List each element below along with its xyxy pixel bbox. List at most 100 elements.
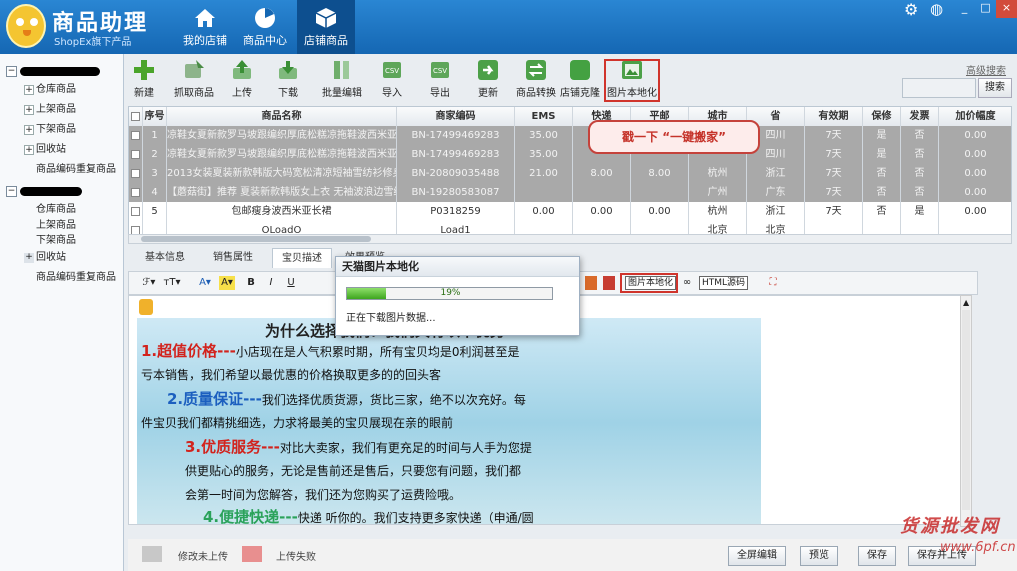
toolbar-label: 抓取商品	[174, 88, 214, 99]
minimize-button[interactable]: _	[954, 0, 975, 18]
update-button[interactable]: 更新	[464, 58, 512, 99]
col-header[interactable]: EMS	[515, 107, 573, 126]
table-row[interactable]: 4 【蘑菇街】推荐 夏装新款韩版女上衣 无袖波浪边雪纺 BN-19280583087…	[129, 183, 1011, 202]
banner-line: 3.优质服务---对比大卖家，我们有更充足的时间与人手为您提	[185, 436, 532, 457]
highlight-color-icon[interactable]: A▾	[219, 276, 235, 290]
table-row[interactable]: 5 包邮瘦身波西米亚长裙 P0318259 0.00 0.00 0.00 杭州 浙江 7天否是 0…	[129, 202, 1011, 221]
new-button[interactable]: 新建	[124, 58, 164, 99]
sidebar-item-duplicate-code[interactable]: 商品编码重复商品	[4, 268, 122, 288]
sidebar-item-recycle-bin[interactable]: + 回收站	[4, 248, 122, 268]
close-button[interactable]: ×	[996, 0, 1017, 18]
convert-button[interactable]: 商品转换	[510, 58, 562, 99]
collapse-icon[interactable]: −	[6, 186, 17, 197]
grid-horizontal-scrollbar[interactable]	[128, 234, 1012, 244]
collapse-icon[interactable]: −	[6, 66, 17, 77]
html-source-button[interactable]: HTML源码	[699, 276, 749, 290]
sidebar-item-warehouse[interactable]: 仓库商品	[4, 202, 122, 218]
select-all-checkbox[interactable]	[129, 107, 143, 126]
shop-clone-button[interactable]: 店铺克隆	[556, 58, 604, 99]
link-icon[interactable]: ∞	[681, 276, 693, 290]
scroll-thumb[interactable]	[141, 236, 371, 242]
row-checkbox[interactable]	[129, 145, 143, 164]
export-button[interactable]: CSV 导出	[416, 58, 464, 99]
tab-sales-attrs[interactable]: 销售属性	[204, 248, 262, 268]
grab-products-button[interactable]: 抓取商品	[170, 58, 218, 99]
advanced-search-link[interactable]: 高级搜索	[966, 62, 1006, 77]
col-header[interactable]: 加价幅度	[939, 107, 1011, 126]
table-cell: 是	[863, 126, 901, 145]
col-header[interactable]: 发票	[901, 107, 939, 126]
col-header[interactable]: 保修	[863, 107, 901, 126]
image-insert-icon[interactable]	[585, 276, 597, 290]
table-cell: 7天	[805, 145, 863, 164]
nav-product-center[interactable]: 商品中心	[236, 0, 294, 54]
sidebar-item-label: 仓库商品	[36, 84, 76, 95]
row-checkbox[interactable]	[129, 126, 143, 145]
search-button[interactable]: 搜索	[978, 78, 1012, 98]
table-row[interactable]: 2 凉鞋女夏新款罗马坡跟编织厚底松糕凉拖鞋波西米亚 BN-17499469283 35…	[129, 145, 1011, 164]
italic-button[interactable]: I	[265, 276, 277, 290]
sidebar-item-off-shelf[interactable]: + 下架商品	[4, 120, 122, 140]
scroll-thumb[interactable]	[962, 310, 970, 510]
table-row[interactable]: 1 凉鞋女夏新款罗马坡跟编织厚底松糕凉拖鞋波西米亚 BN-17499469283 35…	[129, 126, 1011, 145]
font-size-icon[interactable]: ᴛT▾	[163, 276, 181, 290]
row-checkbox[interactable]	[129, 183, 143, 202]
expand-icon[interactable]: +	[24, 125, 34, 135]
table-cell: BN-19280583087	[397, 183, 515, 202]
search-input[interactable]	[902, 78, 976, 98]
table-cell: 否	[863, 164, 901, 183]
batch-edit-button[interactable]: 批量编辑	[316, 58, 368, 99]
globe-icon[interactable]: ◍	[930, 0, 943, 18]
sidebar-item-duplicate-code[interactable]: 商品编码重复商品	[4, 160, 122, 180]
upload-button[interactable]: 上传	[218, 58, 266, 99]
nav-shop-products[interactable]: 店铺商品	[297, 0, 355, 54]
sidebar-item-label: 下架商品	[36, 124, 76, 135]
fullscreen-icon[interactable]: ⛶	[767, 276, 779, 290]
col-header[interactable]: 商家编码	[397, 107, 515, 126]
table-cell: 0.00	[631, 202, 689, 221]
tab-basic-info[interactable]: 基本信息	[136, 248, 194, 268]
scroll-up-icon[interactable]: ▲	[963, 298, 969, 307]
download-button[interactable]: 下载	[264, 58, 312, 99]
table-cell: 3	[143, 164, 167, 183]
expand-icon[interactable]: +	[24, 85, 34, 95]
bold-button[interactable]: B	[245, 276, 257, 290]
col-header[interactable]: 有效期	[805, 107, 863, 126]
expand-icon[interactable]: +	[24, 145, 34, 155]
font-family-icon[interactable]: ℱ▾	[141, 276, 157, 290]
fullscreen-edit-button[interactable]: 全屏编辑	[728, 546, 786, 566]
image-localize-highlight	[604, 59, 660, 102]
table-cell: 7天	[805, 164, 863, 183]
table-cell: 杭州	[689, 164, 747, 183]
table-cell: BN-17499469283	[397, 145, 515, 164]
expand-icon[interactable]: +	[24, 105, 34, 115]
expand-icon[interactable]: +	[24, 253, 34, 263]
sidebar-item-on-shelf[interactable]: 上架商品	[4, 218, 122, 233]
save-button[interactable]: 保存	[858, 546, 896, 566]
col-header[interactable]: 商品名称	[167, 107, 397, 126]
font-color-icon[interactable]: A▾	[197, 276, 213, 290]
flash-insert-icon[interactable]	[603, 276, 615, 290]
row-checkbox[interactable]	[129, 202, 143, 221]
table-row[interactable]: 3 2013女装夏装新款韩版大码宽松清凉短袖雪纺衫修身 BN-20809035488…	[129, 164, 1011, 183]
toolbar-label: 导出	[430, 88, 450, 99]
restore-button[interactable]: □	[975, 0, 996, 18]
gear-icon[interactable]: ⚙	[904, 0, 918, 19]
toolbar-label: 下载	[278, 88, 298, 99]
sidebar-item-warehouse[interactable]: + 仓库商品	[4, 80, 122, 100]
sidebar-item-recycle-bin[interactable]: + 回收站	[4, 140, 122, 160]
legend-swatch-unuploaded	[142, 546, 162, 562]
preview-button[interactable]: 预览	[800, 546, 838, 566]
sidebar-group-header[interactable]: −	[4, 62, 122, 80]
nav-my-shop[interactable]: 我的店铺	[176, 0, 234, 54]
sidebar-group-header[interactable]: −	[4, 182, 122, 200]
import-button[interactable]: CSV 导入	[368, 58, 416, 99]
row-checkbox[interactable]	[129, 164, 143, 183]
underline-button[interactable]: U	[285, 276, 297, 290]
editor-vertical-scrollbar[interactable]: ▲	[960, 295, 972, 527]
sidebar-item-on-shelf[interactable]: + 上架商品	[4, 100, 122, 120]
col-header[interactable]: 序号	[143, 107, 167, 126]
sidebar-item-off-shelf[interactable]: 下架商品	[4, 233, 122, 248]
table-cell: 凉鞋女夏新款罗马坡跟编织厚底松糕凉拖鞋波西米亚	[167, 145, 397, 164]
tab-description[interactable]: 宝贝描述	[272, 248, 332, 268]
